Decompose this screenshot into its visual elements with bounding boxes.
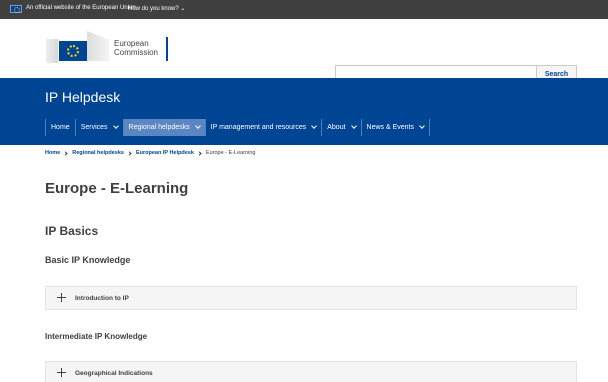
- chevron-down-icon: [311, 123, 318, 129]
- site-banner: IP Helpdesk Home Services Regional helpd…: [0, 78, 608, 145]
- eu-flag-icon: [10, 5, 22, 13]
- nav-item-about[interactable]: About: [321, 119, 360, 136]
- breadcrumb: Home Regional helpdesks European IP Help…: [45, 150, 255, 156]
- eu-stars-icon: [67, 45, 79, 57]
- logo-text: European Commission: [114, 39, 159, 57]
- nav-item-regional-helpdesks[interactable]: Regional helpdesks: [122, 119, 205, 136]
- nav-item-label: Services: [80, 124, 108, 131]
- eu-flag-icon: [59, 41, 87, 61]
- nav-item-news-events[interactable]: News & Events: [360, 119, 429, 136]
- accordion-label: Geographical Indications: [75, 369, 153, 377]
- nav-item-home[interactable]: Home: [45, 119, 75, 136]
- nav-item-services[interactable]: Services: [74, 119, 123, 136]
- chevron-right-icon: [127, 150, 132, 156]
- chevron-down-icon: [194, 123, 201, 129]
- nav-item-label: Home: [51, 124, 70, 131]
- accordion-geographical-indications[interactable]: Geographical Indications: [45, 361, 577, 382]
- subsection-title-intermediate: Intermediate IP Knowledge: [45, 332, 148, 341]
- nav-item-label: IP management and resources: [210, 124, 307, 131]
- logo-divider: [166, 37, 168, 61]
- site-title[interactable]: IP Helpdesk: [45, 89, 120, 105]
- accordion-introduction-to-ip[interactable]: Introduction to IP: [45, 286, 577, 310]
- section-title: IP Basics: [45, 224, 99, 238]
- plus-icon: [57, 368, 67, 378]
- how-do-you-know-link[interactable]: How do you know? ⌄: [128, 5, 185, 12]
- main-navigation: Home Services Regional helpdesks IP mana…: [45, 119, 430, 136]
- nav-item-label: Regional helpdesks: [128, 124, 190, 131]
- logo-left-block: [46, 39, 58, 63]
- official-eu-text: An official website of the European Unio…: [26, 5, 136, 11]
- subsection-title-basic: Basic IP Knowledge: [45, 255, 131, 265]
- breadcrumb-regional-helpdesks[interactable]: Regional helpdesks: [72, 150, 124, 156]
- chevron-down-icon: [112, 123, 119, 129]
- european-commission-logo[interactable]: European Commission: [46, 31, 176, 69]
- nav-item-label: News & Events: [366, 124, 414, 131]
- nav-item-ip-management[interactable]: IP management and resources: [204, 119, 322, 136]
- nav-item-label: About: [327, 124, 346, 131]
- nav-divider: [429, 119, 430, 136]
- site-header: European Commission Search: [0, 19, 608, 85]
- chevron-down-icon: [350, 123, 357, 129]
- logo-right-block: [87, 31, 109, 61]
- breadcrumb-home[interactable]: Home: [45, 150, 60, 156]
- accordion-label: Introduction to IP: [75, 294, 129, 302]
- official-eu-bar: An official website of the European Unio…: [0, 0, 608, 19]
- chevron-right-icon: [197, 150, 202, 156]
- breadcrumb-current: Europe - E-Learning: [205, 150, 256, 156]
- page-title: Europe - E-Learning: [45, 180, 189, 197]
- breadcrumb-european-ip-helpdesk[interactable]: European IP Helpdesk: [136, 150, 194, 156]
- chevron-down-icon: [419, 123, 425, 129]
- plus-icon: [57, 293, 67, 303]
- chevron-right-icon: [63, 150, 68, 156]
